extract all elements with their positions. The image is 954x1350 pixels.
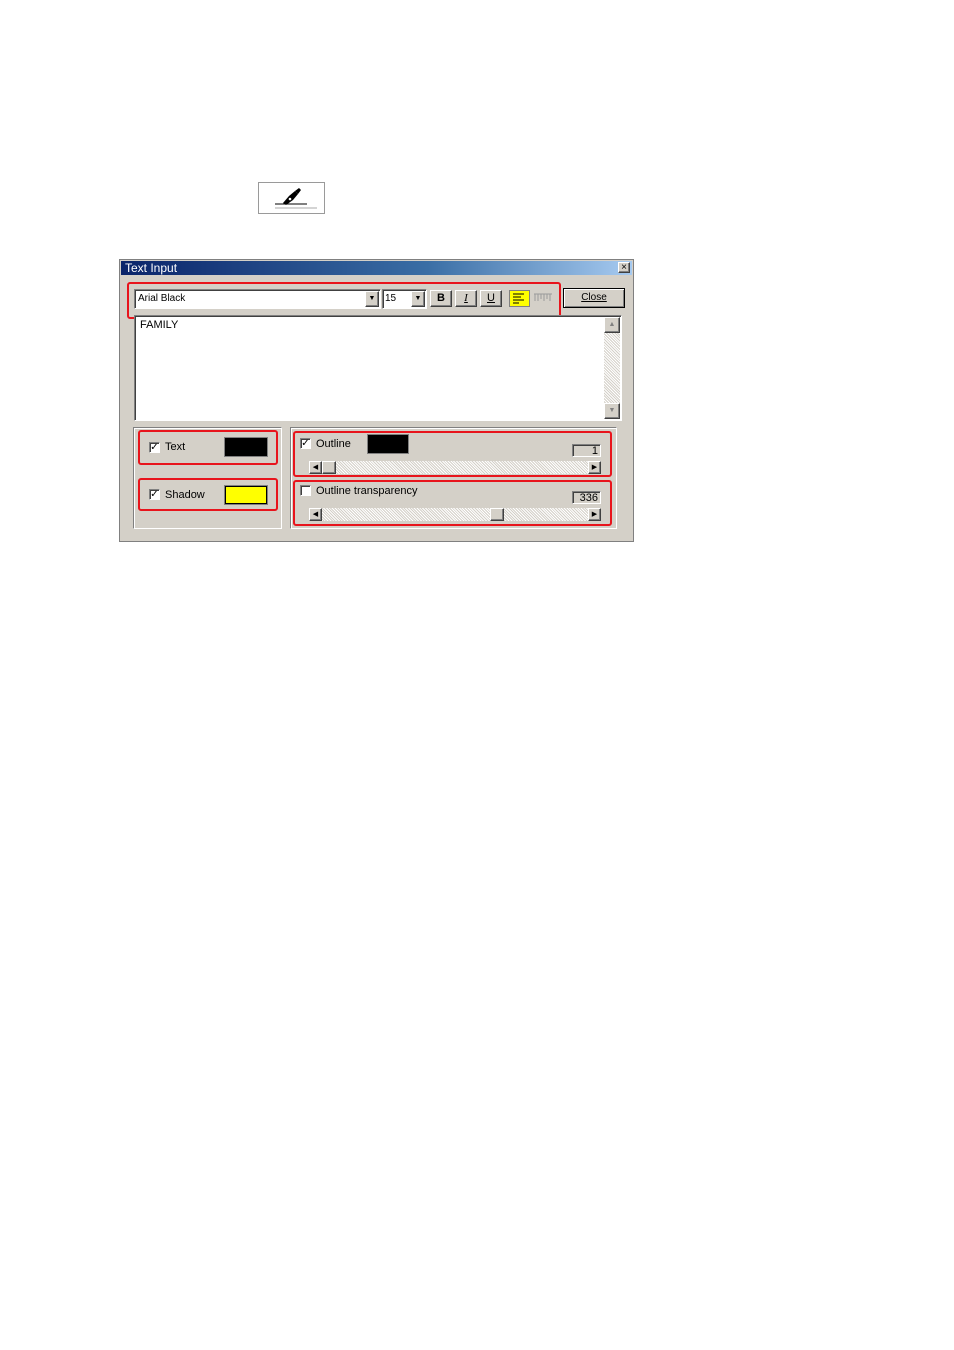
shadow-option-label: Shadow bbox=[165, 489, 205, 501]
outline-width-text: 1 bbox=[591, 445, 598, 457]
bold-icon: B bbox=[437, 292, 445, 304]
bold-button[interactable]: B bbox=[430, 290, 452, 307]
pen-nib-icon bbox=[275, 188, 317, 209]
text-checkbox[interactable]: ✓ bbox=[149, 442, 160, 453]
slider-left-button[interactable]: ◀ bbox=[309, 508, 322, 521]
italic-button[interactable]: I bbox=[455, 290, 477, 307]
underline-button[interactable]: U bbox=[480, 290, 502, 307]
checkmark-icon: ✓ bbox=[301, 438, 310, 449]
chevron-up-icon: ▲ bbox=[608, 321, 616, 328]
chevron-left-icon: ◀ bbox=[312, 464, 319, 471]
font-size-select[interactable]: 15 ▼ bbox=[382, 289, 427, 309]
outline-transparency-checkbox[interactable] bbox=[300, 485, 311, 496]
chevron-left-icon: ◀ bbox=[312, 511, 319, 518]
title-bar: Text Input × bbox=[121, 261, 632, 275]
scroll-up-button[interactable]: ▲ bbox=[604, 317, 620, 333]
chevron-down-icon: ▼ bbox=[368, 295, 376, 302]
chevron-right-icon: ▶ bbox=[591, 511, 598, 518]
checkmark-icon: ✓ bbox=[150, 442, 159, 453]
outline-transparency-slider[interactable]: ◀ ▶ bbox=[309, 508, 601, 521]
outline-width-value: 1 bbox=[572, 444, 601, 457]
vertical-scrollbar[interactable]: ▲ ▼ bbox=[604, 317, 620, 419]
align-left-button[interactable] bbox=[509, 290, 530, 307]
outline-option-label: Outline bbox=[316, 438, 351, 450]
align-justify-button[interactable] bbox=[532, 290, 554, 307]
chevron-right-icon: ▶ bbox=[591, 464, 598, 471]
text-content-area[interactable]: FAMILY ▲ ▼ bbox=[134, 315, 622, 421]
outline-transparency-value: 336 bbox=[572, 491, 601, 504]
outline-width-slider[interactable]: ◀ ▶ bbox=[309, 461, 601, 474]
font-family-select[interactable]: Arial Black ▼ bbox=[134, 289, 381, 309]
close-button[interactable]: Close bbox=[563, 288, 625, 308]
align-justify-icon bbox=[534, 293, 552, 301]
window-title: Text Input bbox=[125, 261, 178, 275]
italic-icon: I bbox=[464, 292, 468, 304]
chevron-down-icon: ▼ bbox=[608, 407, 616, 414]
outline-transparency-text: 336 bbox=[579, 492, 598, 504]
underline-icon: U bbox=[487, 292, 495, 304]
slider-thumb[interactable] bbox=[490, 508, 504, 521]
slider-right-button[interactable]: ▶ bbox=[588, 461, 601, 474]
text-content-value: FAMILY bbox=[140, 319, 179, 331]
text-tool-button[interactable] bbox=[258, 182, 325, 214]
outline-checkbox[interactable]: ✓ bbox=[300, 438, 311, 449]
scroll-down-button[interactable]: ▼ bbox=[604, 403, 620, 419]
font-size-value: 15 bbox=[385, 293, 397, 304]
shadow-color-swatch[interactable] bbox=[225, 486, 267, 504]
align-left-icon bbox=[513, 293, 524, 304]
slider-right-button[interactable]: ▶ bbox=[588, 508, 601, 521]
close-button-label: Close bbox=[581, 292, 607, 303]
font-size-dropdown-button[interactable]: ▼ bbox=[411, 291, 425, 307]
font-family-value: Arial Black bbox=[138, 293, 186, 304]
slider-left-button[interactable]: ◀ bbox=[309, 461, 322, 474]
text-option-label: Text bbox=[165, 441, 186, 453]
text-color-swatch[interactable] bbox=[225, 438, 267, 456]
outline-transparency-label: Outline transparency bbox=[316, 485, 418, 497]
slider-thumb[interactable] bbox=[322, 461, 336, 474]
shadow-checkbox[interactable]: ✓ bbox=[149, 489, 160, 500]
chevron-down-icon: ▼ bbox=[414, 295, 422, 302]
outline-color-swatch[interactable] bbox=[368, 435, 408, 453]
window-close-button[interactable]: × bbox=[618, 262, 630, 273]
close-icon: × bbox=[621, 262, 627, 273]
font-family-dropdown-button[interactable]: ▼ bbox=[365, 291, 379, 307]
checkmark-icon: ✓ bbox=[150, 489, 159, 500]
text-input-dialog: Text Input × Arial Black ▼ 15 ▼ B I U Cl… bbox=[119, 259, 634, 542]
